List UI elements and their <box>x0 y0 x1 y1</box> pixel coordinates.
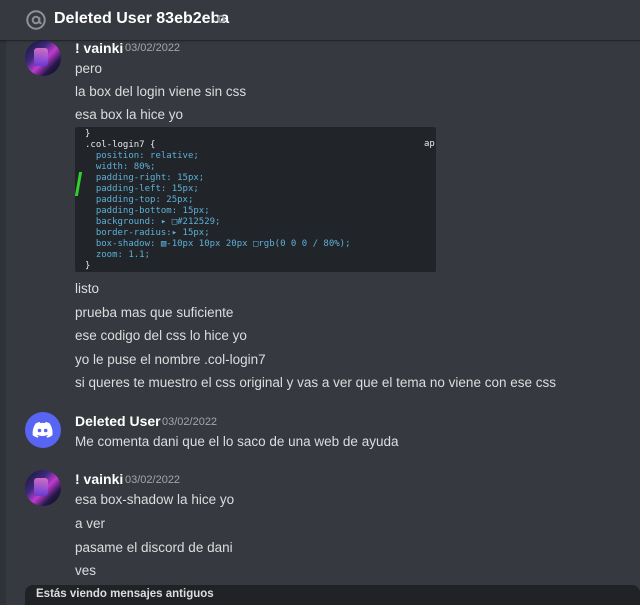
message-text: Me comenta dani que el lo saco de una we… <box>75 434 399 449</box>
message-list: ! vainki 03/02/2022 pero la box del logi… <box>0 40 640 585</box>
message-text: prueba mas que suficiente <box>75 305 234 320</box>
code-block: } .col-login7 { position: relative; widt… <box>85 129 351 272</box>
message-text: la box del login viene sin css <box>75 84 247 99</box>
code-accent-mark <box>75 172 83 196</box>
dm-title[interactable]: Deleted User 83eb2eba <box>54 10 229 28</box>
old-messages-banner[interactable]: Estás viendo mensajes antiguos <box>25 585 640 605</box>
message-text: ves <box>75 563 97 578</box>
code-line: } <box>85 129 91 139</box>
code-line: padding-right: 15px; <box>85 173 205 183</box>
code-line: position: relative; <box>85 151 199 161</box>
code-line: padding-top: 25px; <box>85 195 194 205</box>
avatar[interactable] <box>25 412 61 448</box>
message-author[interactable]: Deleted User <box>75 413 161 429</box>
message-author[interactable]: ! vainki <box>75 471 123 487</box>
message-text: listo <box>75 281 100 296</box>
at-sign-icon <box>26 10 46 30</box>
message-text: pero <box>75 61 103 76</box>
message-text: a ver <box>75 516 106 531</box>
message-text: si queres te muestro el css original y v… <box>75 375 556 390</box>
code-line: background: ▸ □#212529; <box>85 217 221 227</box>
message-timestamp: 03/02/2022 <box>162 416 218 428</box>
message-text: ese codigo del css lo hice yo <box>75 328 247 343</box>
message-text: yo le puse el nombre .col-login7 <box>75 352 266 367</box>
discord-logo-icon <box>32 422 53 438</box>
avatar[interactable] <box>25 40 61 76</box>
code-line: zoom: 1.1; <box>85 250 151 260</box>
message-author[interactable]: ! vainki <box>75 40 123 56</box>
message-text: esa box la hice yo <box>75 107 184 122</box>
offline-status-icon <box>217 15 225 23</box>
code-screenshot-attachment[interactable]: } .col-login7 { position: relative; widt… <box>75 127 436 272</box>
banner-text: Estás viendo mensajes antiguos <box>36 588 214 600</box>
message-text: esa box-shadow la hice yo <box>75 492 235 507</box>
code-line: width: 80%; <box>85 162 156 172</box>
code-side-text: ap <box>424 139 435 149</box>
code-line: } <box>85 261 91 271</box>
avatar[interactable] <box>25 470 61 506</box>
code-line: box-shadow: ▧-10px 10px 20px □rgb(0 0 0 … <box>85 239 351 249</box>
code-line: .col-login7 { <box>85 140 156 150</box>
dm-header: Deleted User 83eb2eba <box>0 0 640 40</box>
message-timestamp: 03/02/2022 <box>125 474 181 486</box>
message-timestamp: 03/02/2022 <box>125 42 181 54</box>
code-line: border-radius:▸ 15px; <box>85 228 210 238</box>
message-text: pasame el discord de dani <box>75 540 233 555</box>
code-line: padding-left: 15px; <box>85 184 199 194</box>
code-line: padding-bottom: 15px; <box>85 206 210 216</box>
